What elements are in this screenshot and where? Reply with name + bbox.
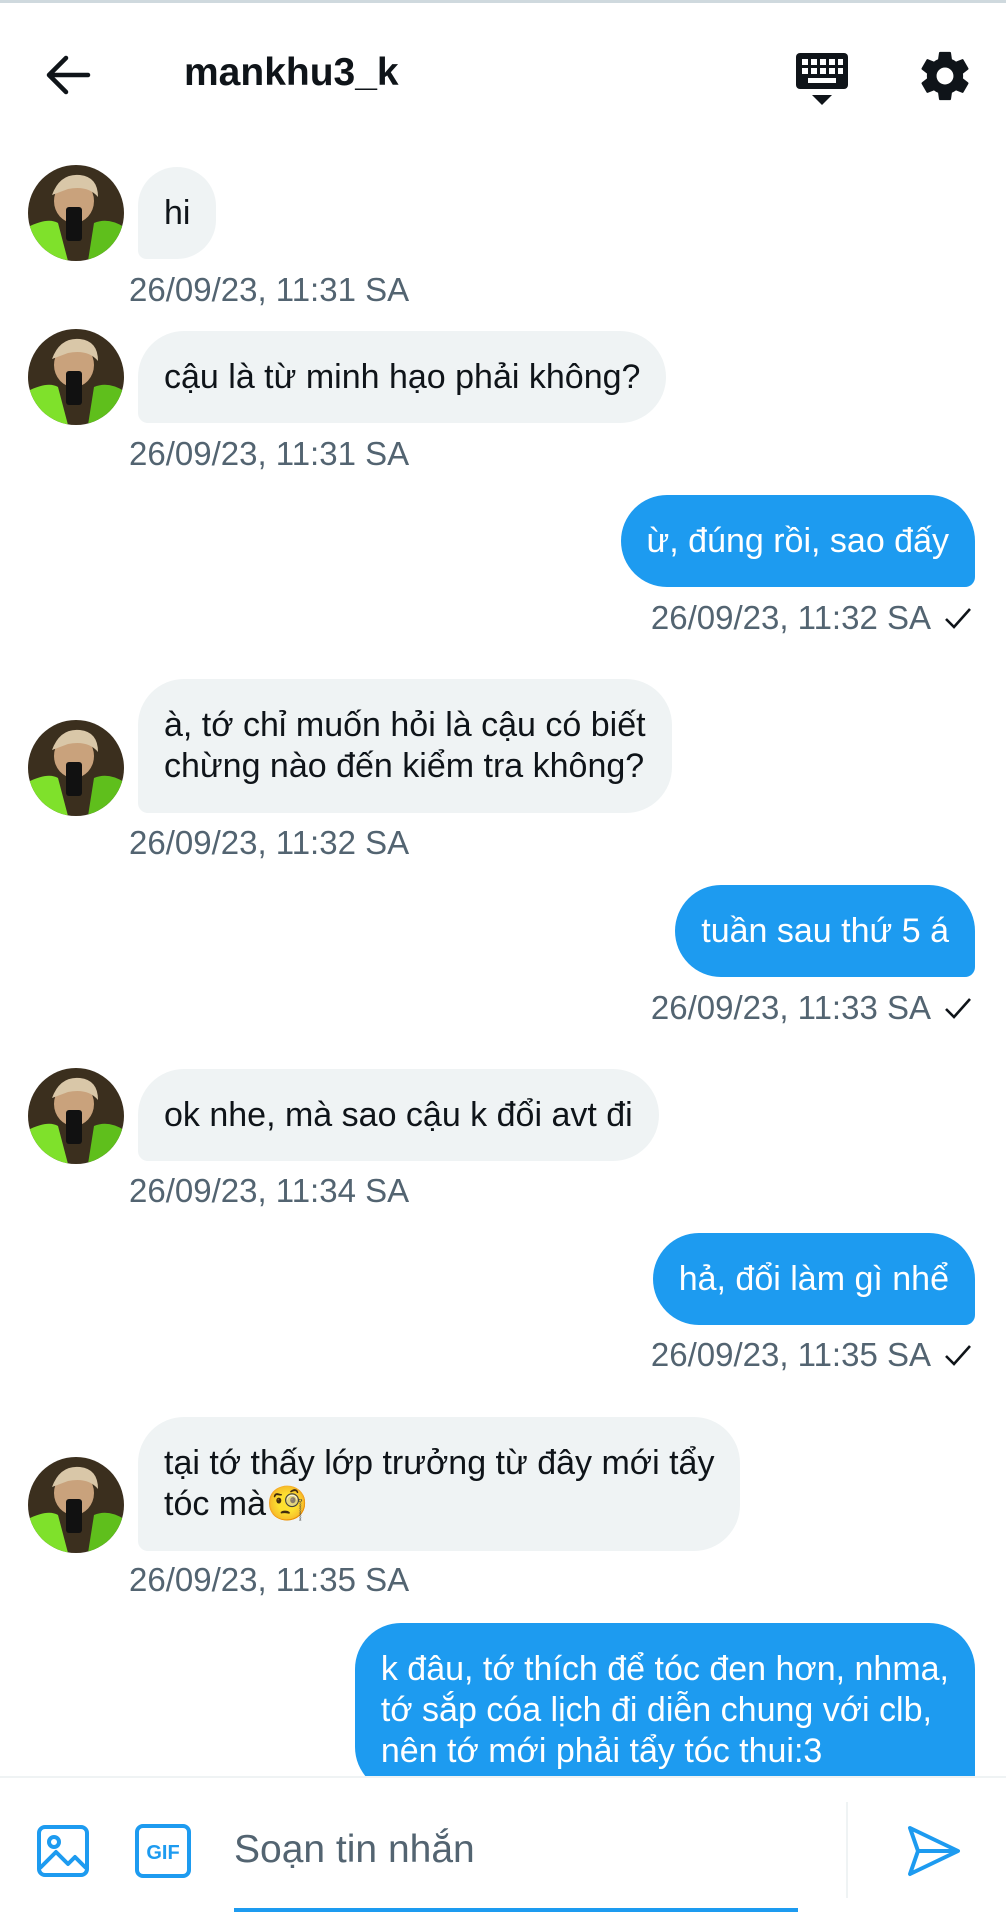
incoming-message-bubble[interactable]: hi [138,167,217,259]
message-timestamp: 26/09/23, 11:35 SA [650,1336,931,1373]
user-avatar-image [28,720,124,816]
message-timestamp: 26/09/23, 11:31 SA [129,435,410,472]
image-icon [37,1825,89,1877]
settings-button[interactable] [916,47,974,105]
send-button[interactable] [904,1822,962,1880]
avatar[interactable] [28,1068,124,1164]
back-button[interactable] [42,49,94,101]
keyboard-shortcuts-button[interactable] [792,49,852,109]
add-image-button[interactable] [36,1824,90,1878]
message-list[interactable]: hi 26/09/23, 11:31 SA cậu là từ minh hạo… [0,143,1006,1776]
avatar[interactable] [28,329,124,425]
message-timestamp: 26/09/23, 11:34 SA [129,1172,410,1209]
message-timestamp-row: 26/09/23, 11:35 SA [651,1336,973,1374]
avatar[interactable] [28,720,124,816]
sent-check-icon [945,998,971,1019]
avatar[interactable] [28,165,124,261]
user-avatar-image [28,165,124,261]
gif-icon: GIF [135,1824,191,1878]
keyboard-icon [796,53,848,105]
add-gif-button[interactable]: GIF [134,1823,192,1879]
incoming-message-bubble[interactable]: à, tớ chỉ muốn hỏi là cậu có biết chừng … [138,679,672,813]
arrow-left-icon [46,55,91,95]
sent-check-icon [945,608,971,629]
gear-icon [921,51,969,101]
message-timestamp: 26/09/23, 11:32 SA [650,599,931,636]
incoming-message-bubble[interactable]: cậu là từ minh hạo phải không? [138,331,667,423]
user-avatar-image [28,329,124,425]
message-input[interactable] [234,1808,800,1892]
incoming-message-bubble[interactable]: tại tớ thấy lớp trưởng từ đây mới tẩy tó… [138,1417,741,1551]
incoming-message-bubble[interactable]: ok nhe, mà sao cậu k đổi avt đi [138,1069,659,1161]
outgoing-message-bubble[interactable]: ừ, đúng rồi, sao đấy [620,495,975,587]
avatar[interactable] [28,1457,124,1553]
user-avatar-image [28,1457,124,1553]
message-timestamp: 26/09/23, 11:33 SA [650,989,931,1026]
send-icon [908,1826,960,1876]
message-composer: GIF [0,1776,1006,1920]
message-timestamp: 26/09/23, 11:32 SA [129,824,410,861]
sent-check-icon [945,1345,971,1366]
outgoing-message-bubble[interactable]: k đâu, tớ thích để tóc đen hơn, nhma, tớ… [354,1623,975,1776]
user-avatar-image [28,1068,124,1164]
conversation-title: mankhu3_k [184,51,399,94]
chat-header: mankhu3_k [0,3,1006,143]
message-timestamp-row: 26/09/23, 11:32 SA [651,599,973,637]
message-timestamp-row: 26/09/23, 11:33 SA [651,989,973,1027]
outgoing-message-bubble[interactable]: tuần sau thứ 5 á [675,885,975,977]
message-timestamp: 26/09/23, 11:35 SA [129,1561,410,1598]
input-focus-underline [234,1908,798,1912]
composer-divider [846,1802,848,1898]
outgoing-message-bubble[interactable]: hả, đổi làm gì nhể [652,1233,975,1325]
gif-label: GIF [146,1842,179,1864]
message-timestamp: 26/09/23, 11:31 SA [129,271,410,308]
